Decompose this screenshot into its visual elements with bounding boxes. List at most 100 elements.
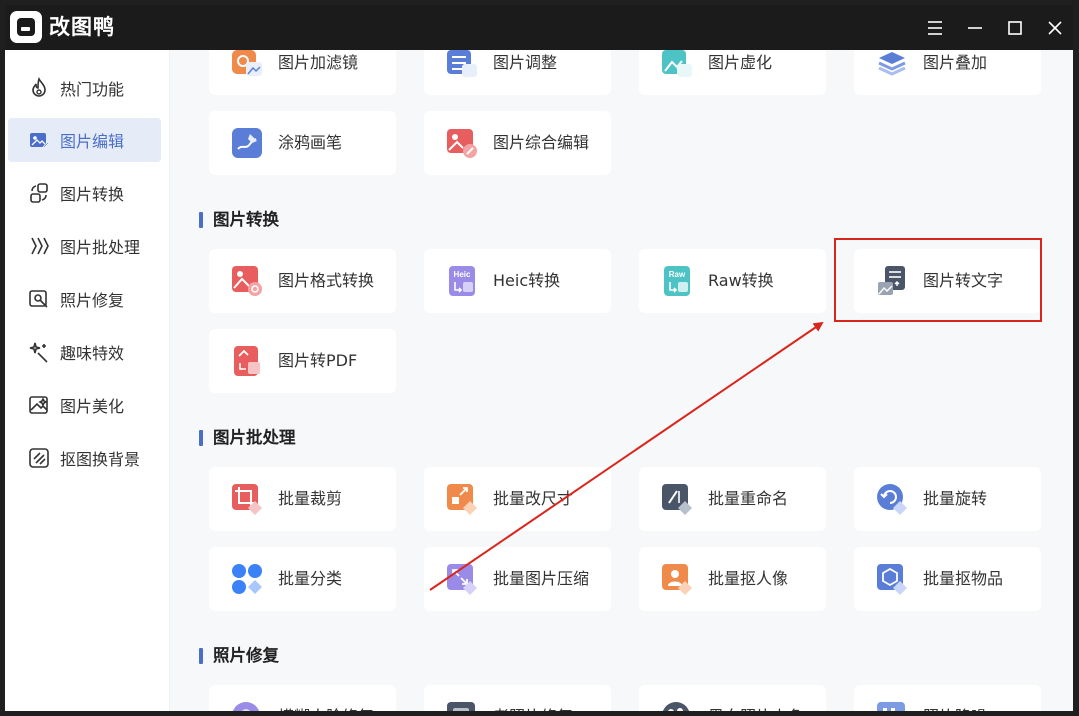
section-title-convert: 图片转换 [199, 208, 279, 232]
tool-card-label: 图片叠加 [923, 53, 988, 72]
tool-card-label: 涂鸦画笔 [278, 133, 343, 152]
tool-card-label: 图片转PDF [278, 351, 358, 370]
sidebar-item-label: 图片批处理 [60, 238, 141, 257]
tool-card-label: 图片虚化 [708, 53, 773, 72]
tool-card-label: 图片格式转换 [278, 271, 375, 290]
sidebar-item-label: 照片修复 [60, 291, 125, 310]
tool-card-label: 批量改尺寸 [493, 489, 574, 508]
tool-card-brush[interactable]: 涂鸦画笔 [209, 111, 396, 175]
tool-card-overlay[interactable]: 图片叠加 [854, 50, 1041, 95]
section-title-batch: 图片批处理 [199, 426, 296, 450]
section-title-photo-repair: 照片修复 [199, 644, 279, 668]
tool-card-label: 批量图片压缩 [493, 569, 590, 588]
sidebar-item-fun-effects[interactable]: 趣味特效 [8, 330, 161, 374]
tool-card-label: 批量旋转 [923, 489, 988, 508]
sidebar-item-photo-repair[interactable]: 照片修复 [8, 277, 161, 321]
tool-card-label: Heic转换 [493, 271, 561, 290]
tool-card-label: 图片加滤镜 [278, 53, 359, 72]
tool-card-batch-rotate[interactable]: 批量旋转 [854, 467, 1041, 531]
convert-icon [28, 182, 50, 204]
overlay-icon [875, 50, 909, 80]
image-to-text-icon [875, 264, 909, 298]
heic-icon: Heic [445, 264, 479, 298]
main-content: 图片加滤镜 图片调整 图片虚化 图片叠加 涂鸦画笔 图片综合编辑 图片转换 图片… [170, 50, 1073, 711]
tool-card-label: Raw转换 [708, 271, 774, 290]
sidebar-item-label: 趣味特效 [60, 344, 125, 363]
tool-card-label: 图片调整 [493, 53, 558, 72]
batch-compress-icon [445, 562, 479, 596]
batch-classify-icon [230, 562, 264, 596]
comprehensive-edit-icon [445, 126, 479, 160]
sidebar-item-hot-features[interactable]: 热门功能 [8, 66, 161, 110]
sidebar-item-label: 抠图换背景 [60, 450, 141, 469]
menu-icon[interactable] [922, 15, 948, 41]
batch-rename-icon [660, 482, 694, 516]
raw-icon: Raw [660, 264, 694, 298]
tool-card-label: 批量裁剪 [278, 489, 343, 508]
old-photo-icon [445, 700, 479, 711]
tool-card-batch-object[interactable]: 批量抠物品 [854, 547, 1041, 611]
sidebar: 热门功能 图片编辑 图片转换 图片批处理 照片修复 趣味特效 图片美化 抠图换背… [5, 50, 170, 711]
tool-card-label: 批量抠物品 [923, 569, 1004, 588]
tool-card-batch-classify[interactable]: 批量分类 [209, 547, 396, 611]
tool-card-adjust[interactable]: 图片调整 [424, 50, 611, 95]
tool-card-pdf[interactable]: 图片转PDF [209, 329, 396, 393]
face-repair-icon [230, 700, 264, 711]
maximize-icon[interactable] [1002, 15, 1028, 41]
tool-card-label: 图片转文字 [923, 271, 1004, 290]
raw-badge-text: Raw [669, 270, 686, 279]
tool-card-image-to-text[interactable]: 图片转文字 [854, 249, 1041, 313]
title-bar: 改图鸭 [5, 5, 1073, 50]
tool-card-denoise[interactable]: 照片降噪 [854, 685, 1041, 711]
brush-icon [230, 126, 264, 160]
tool-card-colorize[interactable]: 黑白照片上色 [639, 685, 826, 711]
sidebar-item-image-edit[interactable]: 图片编辑 [8, 118, 161, 162]
photo-repair-icon [28, 288, 50, 310]
tool-card-raw[interactable]: Raw Raw转换 [639, 249, 826, 313]
sidebar-item-beautify[interactable]: 图片美化 [8, 383, 161, 427]
colorize-icon [660, 700, 694, 711]
tool-card-label: 图片综合编辑 [493, 133, 590, 152]
tool-card-batch-compress[interactable]: 批量图片压缩 [424, 547, 611, 611]
pdf-icon [230, 344, 264, 378]
sidebar-item-cutout[interactable]: 抠图换背景 [8, 436, 161, 480]
minimize-icon[interactable] [962, 15, 988, 41]
tool-card-old-photo[interactable]: 老照片修复 [424, 685, 611, 711]
tool-card-label: 黑白照片上色 [708, 685, 804, 711]
tool-card-heic[interactable]: Heic Heic转换 [424, 249, 611, 313]
batch-object-icon [875, 562, 909, 596]
app-title: 改图鸭 [49, 15, 115, 39]
close-icon[interactable] [1042, 15, 1068, 41]
sidebar-item-label: 图片编辑 [60, 132, 125, 151]
tool-card-label: 批量抠人像 [708, 569, 789, 588]
batch-icon [28, 235, 50, 257]
sparkle-icon [28, 341, 50, 363]
sidebar-item-batch[interactable]: 图片批处理 [8, 224, 161, 268]
tool-card-format-convert[interactable]: 图片格式转换 [209, 249, 396, 313]
heic-badge-text: Heic [454, 270, 471, 279]
tool-card-batch-portrait[interactable]: 批量抠人像 [639, 547, 826, 611]
tool-card-batch-rename[interactable]: 批量重命名 [639, 467, 826, 531]
sidebar-item-label: 热门功能 [60, 80, 125, 99]
flame-icon [28, 77, 50, 99]
adjust-icon [445, 50, 479, 80]
batch-crop-icon [230, 482, 264, 516]
tool-card-blur[interactable]: 图片虚化 [639, 50, 826, 95]
tool-card-label: 模糊人脸修复 [278, 685, 374, 711]
tool-card-comprehensive-edit[interactable]: 图片综合编辑 [424, 111, 611, 175]
filter-icon [230, 50, 264, 80]
tool-card-batch-resize[interactable]: 批量改尺寸 [424, 467, 611, 531]
blur-icon [660, 50, 694, 80]
tool-card-label: 批量分类 [278, 569, 343, 588]
cutout-icon [28, 447, 50, 469]
tool-card-face-repair[interactable]: 模糊人脸修复 [209, 685, 396, 711]
format-convert-icon [230, 264, 264, 298]
batch-portrait-icon [660, 562, 694, 596]
tool-card-label: 老照片修复 [493, 685, 573, 711]
tool-card-batch-crop[interactable]: 批量裁剪 [209, 467, 396, 531]
sidebar-item-image-convert[interactable]: 图片转换 [8, 171, 161, 215]
batch-resize-icon [445, 482, 479, 516]
tool-card-filter[interactable]: 图片加滤镜 [209, 50, 396, 95]
batch-rotate-icon [875, 482, 909, 516]
sidebar-item-label: 图片转换 [60, 185, 125, 204]
